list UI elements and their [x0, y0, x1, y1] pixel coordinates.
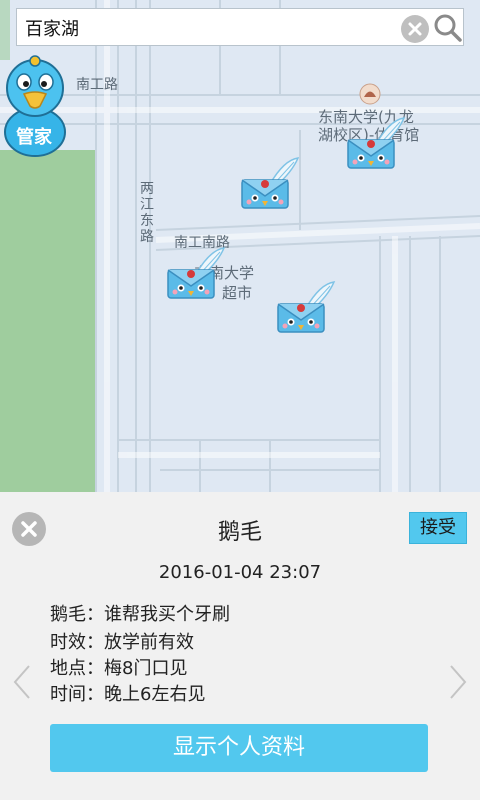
envelope-feather-icon[interactable]: [164, 244, 226, 304]
map-view[interactable]: 南工路 两 江 东 路 南工南路 东南大学(九龙 湖校区)-体育馆 东南大学 超…: [0, 0, 480, 492]
show-profile-button[interactable]: 显示个人资料: [50, 724, 428, 772]
envelope-feather-icon[interactable]: [274, 278, 336, 338]
mascot-label: 管家: [16, 127, 52, 148]
detail-line-request: 鹅毛：谁帮我买个牙刷: [50, 604, 230, 625]
envelope-feather-icon[interactable]: [238, 154, 300, 214]
task-detail-panel: 鹅毛 接受 2016-01-04 23:07 鹅毛：谁帮我买个牙刷 时效：放学前…: [0, 492, 480, 800]
accept-button[interactable]: 接受: [409, 512, 467, 544]
map-label-road: 南工路: [76, 77, 118, 93]
search-bar: [16, 8, 464, 46]
chevron-right-icon[interactable]: [448, 664, 468, 700]
detail-line-location: 地点：梅8门口见: [50, 658, 188, 679]
map-label-poi: 超市: [222, 284, 253, 302]
magnifier-icon[interactable]: [433, 13, 463, 43]
detail-line-time: 时间：晚上6左右见: [50, 684, 206, 705]
map-label-road: 路: [140, 229, 154, 245]
chevron-left-icon[interactable]: [12, 664, 32, 700]
search-input[interactable]: [23, 13, 397, 43]
clear-x-icon[interactable]: [401, 15, 429, 43]
post-datetime: 2016-01-04 23:07: [158, 562, 322, 583]
map-roads: [0, 0, 480, 492]
panel-title: 鹅毛: [217, 520, 262, 545]
detail-line-validity: 时效：放学前有效: [50, 632, 194, 653]
envelope-feather-icon[interactable]: [344, 114, 406, 174]
close-x-icon[interactable]: [12, 512, 46, 546]
